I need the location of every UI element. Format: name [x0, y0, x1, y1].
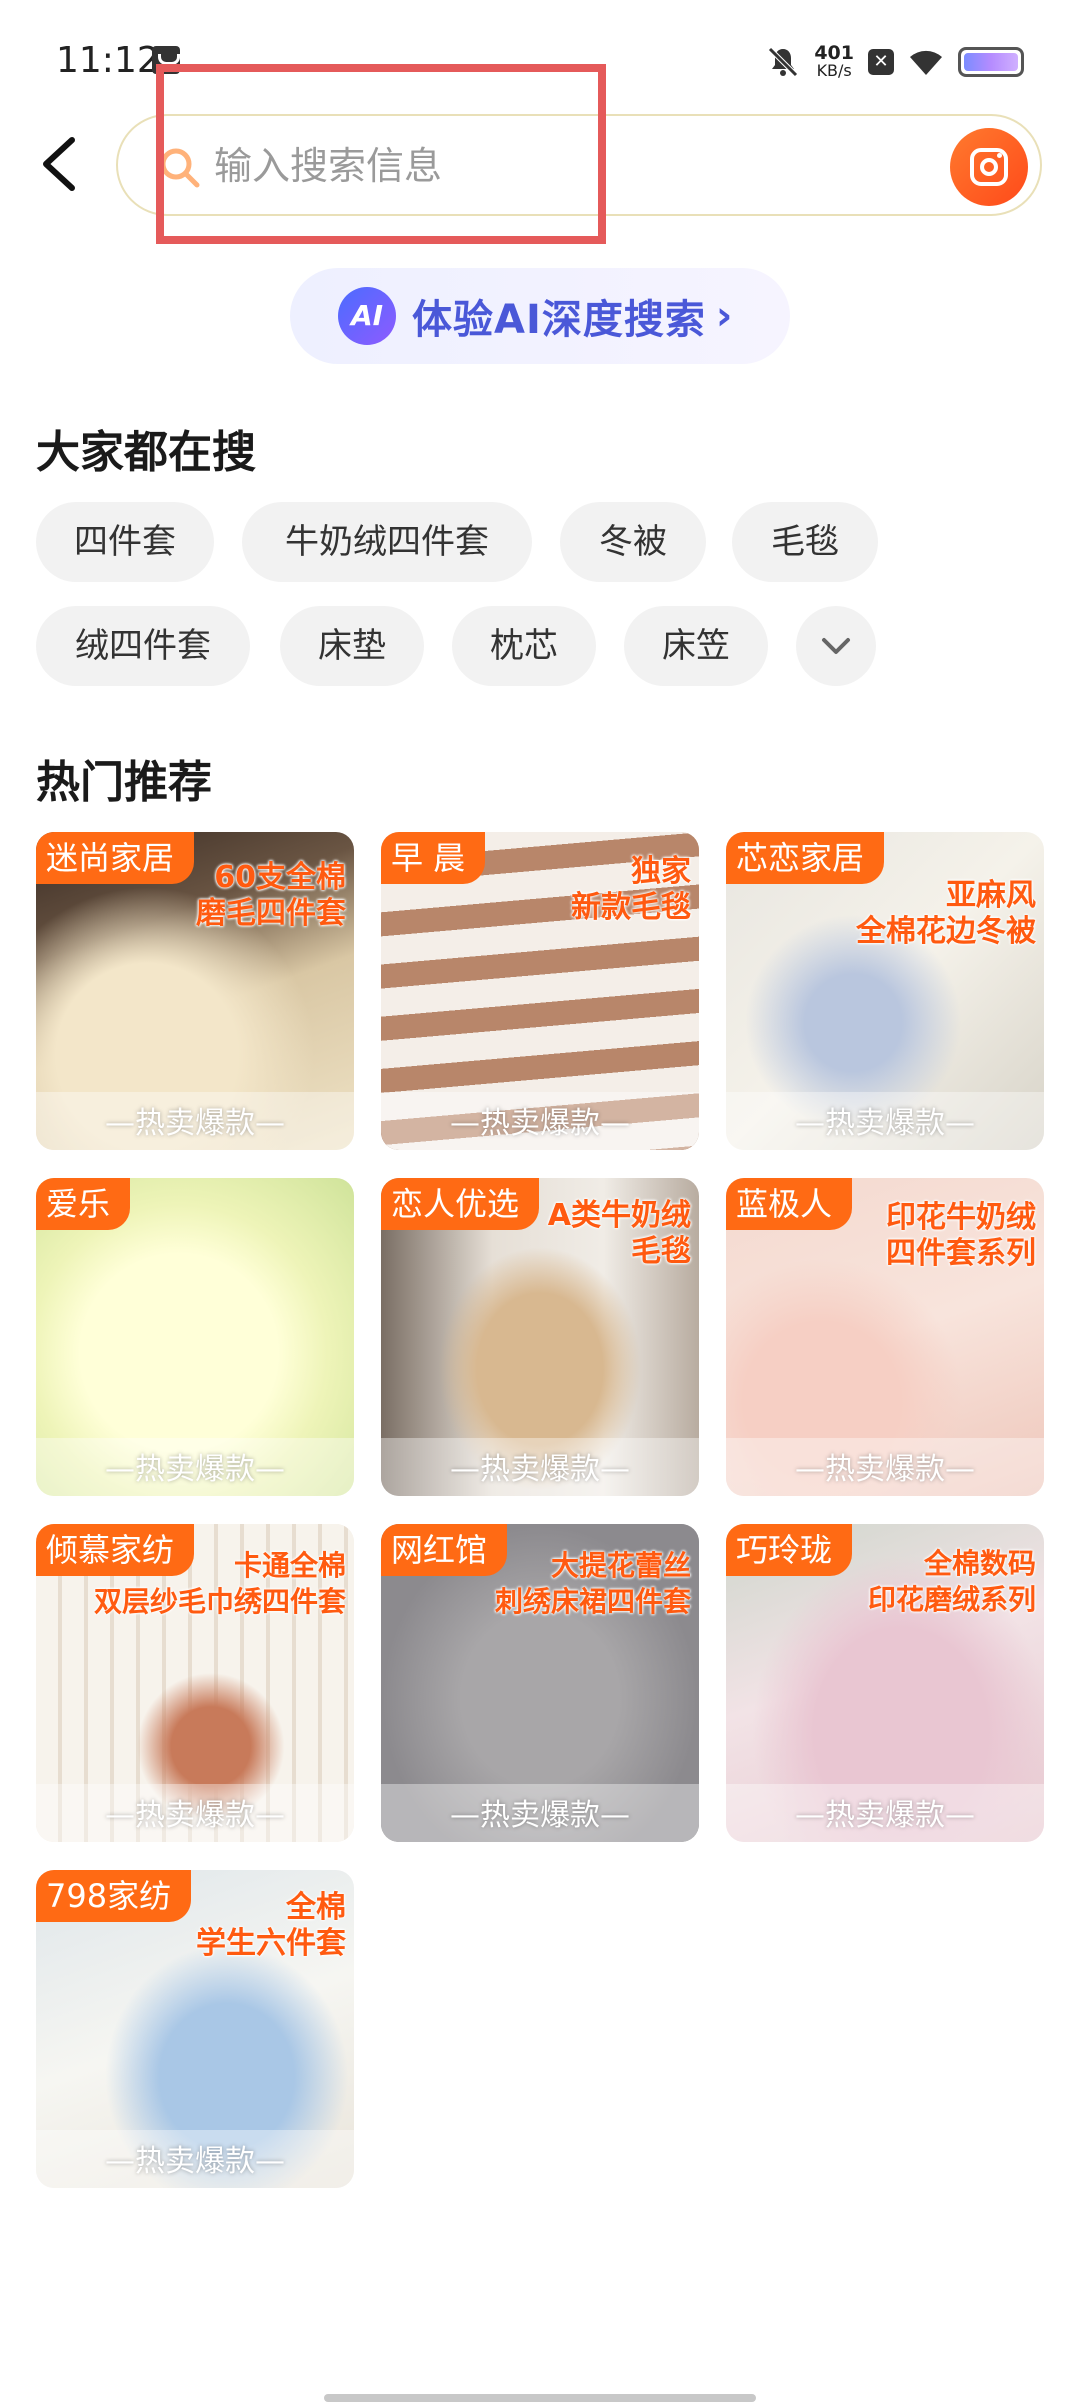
- camera-search-button[interactable]: [950, 128, 1028, 206]
- hot-sale-label: —热卖爆款—: [450, 1452, 630, 1487]
- product-card[interactable]: 迷尚家居 60支全棉 磨毛四件套 —热卖爆款—: [36, 832, 354, 1150]
- status-time: 11:12: [56, 40, 160, 81]
- brand-tag: 芯恋家居: [726, 832, 885, 884]
- brand-tag: 迷尚家居: [36, 832, 195, 884]
- brand-tag: 蓝极人: [726, 1178, 853, 1230]
- promo-text: 全棉数码 印花磨绒系列: [867, 1547, 1036, 1616]
- hot-sale-label: —热卖爆款—: [450, 1798, 630, 1833]
- notification-icon: [152, 46, 180, 74]
- hot-sale-label: —热卖爆款—: [105, 2144, 285, 2179]
- hot-sale-label: —热卖爆款—: [795, 1106, 975, 1141]
- promo-text: 60支全棉 磨毛四件套: [196, 860, 346, 931]
- hot-sale-label: —热卖爆款—: [795, 1798, 975, 1833]
- hot-search-chip[interactable]: 绒四件套: [36, 606, 250, 686]
- mute-bell-icon: [766, 45, 800, 79]
- network-speed: 401 KB/s: [814, 42, 854, 80]
- hot-sale-label: —热卖爆款—: [105, 1798, 285, 1833]
- product-card[interactable]: 巧玲珑 全棉数码 印花磨绒系列 —热卖爆款—: [726, 1524, 1044, 1842]
- back-button[interactable]: [36, 132, 84, 196]
- hot-sale-label: —热卖爆款—: [795, 1452, 975, 1487]
- battery-icon: [958, 47, 1024, 77]
- ai-logo-icon: AI: [338, 287, 396, 345]
- network-speed-value: 401: [814, 42, 854, 64]
- hot-search-title: 大家都在搜: [36, 427, 256, 478]
- promo-text: 全棉 学生六件套: [196, 1890, 346, 1961]
- promo-text: 亚麻风 全棉花边冬被: [856, 878, 1036, 949]
- product-card[interactable]: 恋人优选 A类牛奶绒 毛毯 —热卖爆款—: [381, 1178, 699, 1496]
- expand-chips-button[interactable]: [796, 606, 876, 686]
- hot-sale-label: —热卖爆款—: [450, 1106, 630, 1141]
- brand-tag: 798家纺: [36, 1870, 192, 1922]
- brand-tag: 恋人优选: [381, 1178, 540, 1230]
- product-card[interactable]: 芯恋家居 亚麻风 全棉花边冬被 —热卖爆款—: [726, 832, 1044, 1150]
- brand-tag: 巧玲珑: [726, 1524, 853, 1576]
- promo-text: A类牛奶绒 毛毯: [547, 1198, 691, 1269]
- brand-tag: 早 晨: [381, 832, 486, 884]
- search-icon: [160, 148, 200, 188]
- back-arrow-icon: [43, 137, 75, 191]
- product-card[interactable]: 早 晨 独家 新款毛毯 —热卖爆款—: [381, 832, 699, 1150]
- wifi-icon: [908, 47, 944, 77]
- promo-text: 独家 新款毛毯: [571, 854, 691, 925]
- hot-sale-label: —热卖爆款—: [105, 1452, 285, 1487]
- chevron-down-icon: [822, 638, 850, 654]
- brand-tag: 网红馆: [381, 1524, 508, 1576]
- ai-deep-search-button[interactable]: AI 体验AI深度搜索 ›: [290, 268, 790, 364]
- hot-search-chip[interactable]: 牛奶绒四件套: [242, 502, 532, 582]
- product-card[interactable]: 倾慕家纺 卡通全棉 双层纱毛巾绣四件套 —热卖爆款—: [36, 1524, 354, 1842]
- recommend-title: 热门推荐: [36, 757, 212, 808]
- product-card[interactable]: 爱乐 —热卖爆款—: [36, 1178, 354, 1496]
- hot-search-chip[interactable]: 枕芯: [452, 606, 596, 686]
- status-bar: 11:12 401 KB/s ✕: [0, 0, 1080, 120]
- promo-text: 大提花蕾丝 刺绣床裙四件套: [494, 1549, 691, 1618]
- brand-tag: 爱乐: [36, 1178, 131, 1230]
- hot-search-chip[interactable]: 四件套: [36, 502, 214, 582]
- promo-text: 卡通全棉 双层纱毛巾绣四件套: [93, 1549, 346, 1618]
- product-card[interactable]: 蓝极人 印花牛奶绒 四件套系列 —热卖爆款—: [726, 1178, 1044, 1496]
- product-card[interactable]: 网红馆 大提花蕾丝 刺绣床裙四件套 —热卖爆款—: [381, 1524, 699, 1842]
- hot-search-chip[interactable]: 床笠: [624, 606, 768, 686]
- promo-text: 印花牛奶绒 四件套系列: [886, 1200, 1036, 1271]
- status-icons: 401 KB/s ✕: [766, 40, 1024, 84]
- product-card[interactable]: 798家纺 全棉 学生六件套 —热卖爆款—: [36, 1870, 354, 2188]
- hot-search-chip[interactable]: 毛毯: [732, 502, 878, 582]
- home-indicator[interactable]: [324, 2394, 756, 2402]
- chevron-right-icon: ›: [715, 293, 733, 339]
- hot-search-chip[interactable]: 冬被: [560, 502, 706, 582]
- search-input[interactable]: [214, 138, 774, 194]
- search-bar[interactable]: [116, 114, 1042, 216]
- hot-sale-label: —热卖爆款—: [105, 1106, 285, 1141]
- ai-deep-search-label: 体验AI深度搜索: [412, 297, 706, 343]
- network-speed-unit: KB/s: [816, 61, 852, 80]
- hot-search-chip[interactable]: 床垫: [280, 606, 424, 686]
- x-app-icon: ✕: [868, 49, 894, 75]
